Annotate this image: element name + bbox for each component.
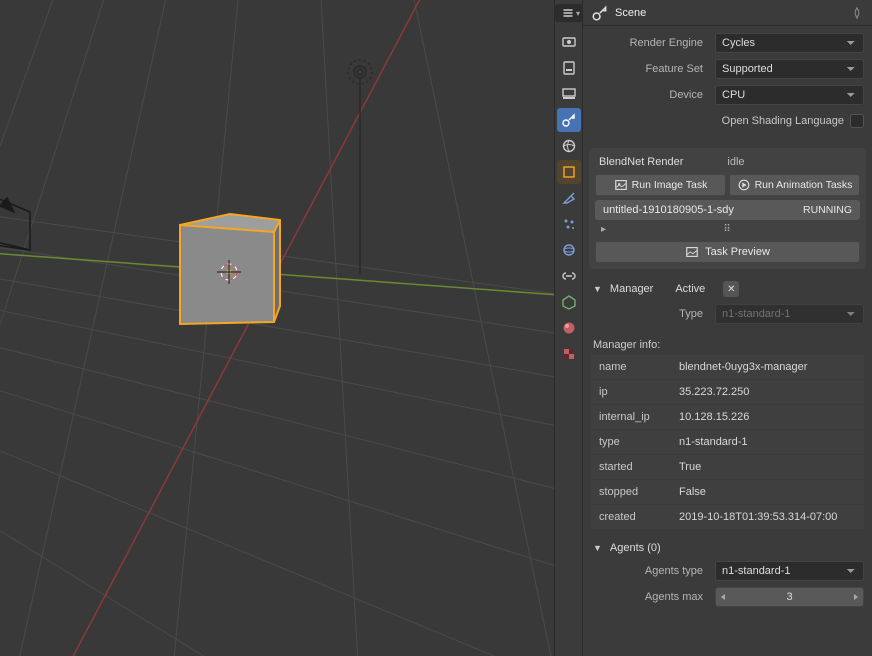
osl-checkbox[interactable] [850,114,864,128]
info-row: created2019-10-18T01:39:53.314-07:00 [591,505,864,529]
manager-type-label: Type [591,308,711,320]
info-row: ip35.223.72.250 [591,380,864,404]
agents-type-label: Agents type [591,565,711,577]
pin-icon[interactable] [850,6,864,20]
osl-label: Open Shading Language [722,115,844,127]
manager-close-button[interactable]: ✕ [723,281,739,297]
manager-section-header[interactable]: ▼ Manager Active ✕ [583,275,872,303]
tab-constraints-icon[interactable] [557,264,581,288]
light-gizmo[interactable] [348,60,372,274]
properties-tab-strip: ▾ [554,0,582,656]
run-image-button[interactable]: Run Image Task [595,174,726,196]
camera-gizmo[interactable] [0,195,30,250]
info-key: type [599,436,679,448]
blendnet-title: BlendNet Render [595,154,687,170]
device-select[interactable]: CPU [715,85,864,105]
info-value: 35.223.72.250 [679,386,856,398]
viewport-grid [0,0,554,656]
agents-type-select[interactable]: n1-standard-1 [715,561,864,581]
info-row: nameblendnet-0uyg3x-manager [591,355,864,379]
tab-viewlayer-icon[interactable] [557,82,581,106]
info-row: typen1-standard-1 [591,430,864,454]
task-expander[interactable]: ▸ ⠿ [595,222,860,237]
info-key: name [599,361,679,373]
feature-set-label: Feature Set [591,63,711,75]
info-value: False [679,486,856,498]
info-key: internal_ip [599,411,679,423]
info-key: ip [599,386,679,398]
agents-max-input[interactable]: 3 [715,587,864,607]
viewport-3d[interactable] [0,0,554,656]
task-preview-button[interactable]: Task Preview [595,241,860,263]
panel-title: Scene [615,7,646,19]
info-value: blendnet-0uyg3x-manager [679,361,856,373]
info-row: internal_ip10.128.15.226 [591,405,864,429]
task-status: RUNNING [803,204,852,216]
info-row: startedTrue [591,455,864,479]
agents-section-header[interactable]: ▼ Agents (0) [583,536,872,560]
task-name: untitled-1910180905-1-sdy [603,204,734,216]
info-row: stoppedFalse [591,480,864,504]
agents-max-label: Agents max [591,591,711,603]
info-value: n1-standard-1 [679,436,856,448]
feature-set-select[interactable]: Supported [715,59,864,79]
blendnet-panel: BlendNet Render idle Run Image Task Run … [589,148,866,269]
axis-x [50,0,430,656]
cube-object[interactable] [180,214,280,324]
manager-type-select[interactable]: n1-standard-1 [715,304,864,324]
tab-material-icon[interactable] [557,316,581,340]
tab-modifier-icon[interactable] [557,186,581,210]
manager-status: Active [675,283,705,295]
info-key: stopped [599,486,679,498]
chevron-down-icon: ▼ [593,543,602,553]
info-key: started [599,461,679,473]
image-icon [614,178,628,192]
info-value: 2019-10-18T01:39:53.314-07:00 [679,511,856,523]
info-value: True [679,461,856,473]
manager-info-header: Manager info: [591,335,864,355]
tab-particles-icon[interactable] [557,212,581,236]
run-animation-button[interactable]: Run Animation Tasks [729,174,860,196]
render-engine-label: Render Engine [591,37,711,49]
animation-icon [737,178,751,192]
tab-physics-icon[interactable] [557,238,581,262]
tab-mesh-icon[interactable] [557,290,581,314]
properties-panel: Scene Render Engine Cycles Feature Set S… [582,0,872,656]
agents-title: Agents (0) [610,542,661,554]
info-value: 10.128.15.226 [679,411,856,423]
scene-icon [591,4,609,22]
blendnet-status: idle [727,156,750,168]
tab-object-icon[interactable] [557,160,581,184]
task-row[interactable]: untitled-1910180905-1-sdy RUNNING [595,200,860,220]
render-engine-select[interactable]: Cycles [715,33,864,53]
tab-output-icon[interactable] [557,56,581,80]
tab-texture-icon[interactable] [557,342,581,366]
info-key: created [599,511,679,523]
manager-title: Manager [610,283,653,295]
tab-world-icon[interactable] [557,134,581,158]
tab-scene-icon[interactable] [557,108,581,132]
chevron-down-icon: ▼ [593,284,602,294]
preview-icon [685,245,699,259]
tab-render-icon[interactable] [557,30,581,54]
device-label: Device [591,89,711,101]
